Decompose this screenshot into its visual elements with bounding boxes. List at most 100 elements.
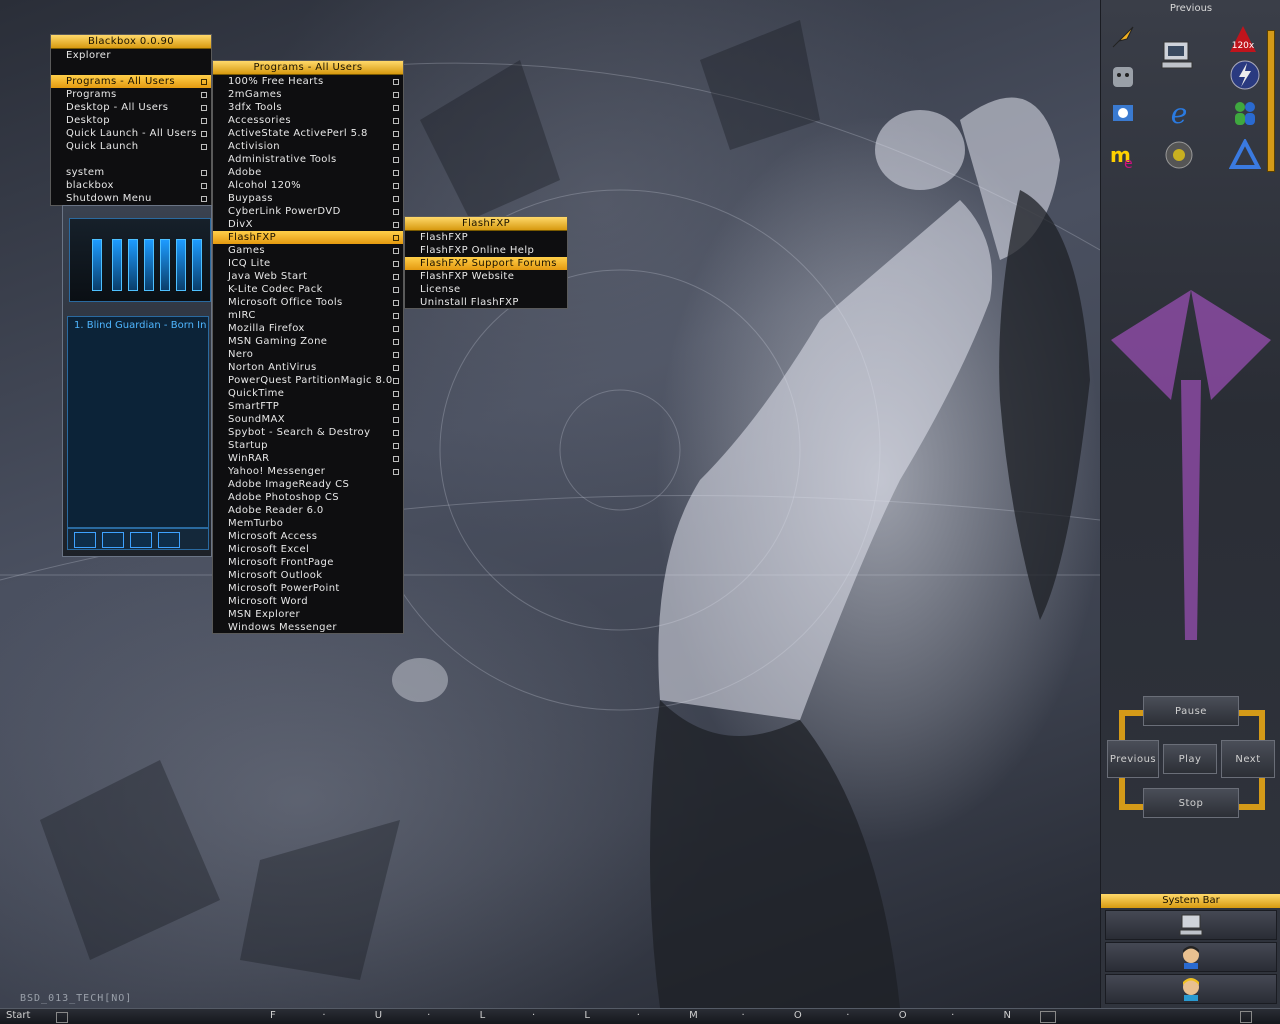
start-button[interactable]: Start bbox=[6, 1010, 30, 1021]
programs-menu-item[interactable]: Microsoft PowerPoint bbox=[213, 582, 403, 595]
panel-scrollbar[interactable] bbox=[1267, 30, 1275, 172]
submenu-arrow-icon bbox=[393, 209, 399, 215]
flashfxp-icon[interactable] bbox=[1103, 20, 1143, 54]
programs-menu-item[interactable]: 2mGames bbox=[213, 88, 403, 101]
programs-menu-item[interactable]: MSN Gaming Zone bbox=[213, 335, 403, 348]
adobe-icon[interactable] bbox=[1225, 138, 1265, 172]
programs-menu-item[interactable]: Adobe Reader 6.0 bbox=[213, 504, 403, 517]
blackbox-menu-item[interactable]: Quick Launch - All Users bbox=[51, 127, 211, 140]
mirc-icon[interactable]: me bbox=[1103, 138, 1143, 172]
tray-icon[interactable] bbox=[1040, 1011, 1056, 1023]
playlist[interactable]: 1. Blind Guardian - Born In A bbox=[67, 316, 209, 528]
misc-button[interactable] bbox=[158, 532, 180, 548]
programs-menu-item[interactable]: MemTurbo bbox=[213, 517, 403, 530]
programs-menu-item[interactable]: Alcohol 120% bbox=[213, 179, 403, 192]
programs-menu-item[interactable]: SoundMAX bbox=[213, 413, 403, 426]
programs-menu-item[interactable]: Administrative Tools bbox=[213, 153, 403, 166]
programs-menu-item[interactable]: QuickTime bbox=[213, 387, 403, 400]
eq-slider[interactable] bbox=[92, 239, 102, 291]
programs-menu-item[interactable]: SmartFTP bbox=[213, 400, 403, 413]
tray-icon[interactable] bbox=[1240, 1011, 1252, 1023]
programs-menu-item[interactable]: WinRAR bbox=[213, 452, 403, 465]
select-button[interactable] bbox=[130, 532, 152, 548]
blackbox-menu-item[interactable]: blackbox bbox=[51, 179, 211, 192]
programs-menu-item[interactable]: Microsoft Excel bbox=[213, 543, 403, 556]
programs-menu-item[interactable]: PowerQuest PartitionMagic 8.0 bbox=[213, 374, 403, 387]
media-player-window[interactable]: 1. Blind Guardian - Born In A bbox=[62, 205, 212, 557]
menu-item-label: Accessories bbox=[228, 115, 292, 126]
cat-icon[interactable] bbox=[1103, 60, 1143, 94]
programs-menu-item[interactable]: Adobe ImageReady CS bbox=[213, 478, 403, 491]
blackbox-menu-item[interactable]: Explorer bbox=[51, 49, 211, 62]
play-button[interactable]: Play bbox=[1163, 744, 1217, 774]
programs-menu-item[interactable]: Mozilla Firefox bbox=[213, 322, 403, 335]
programs-menu-item[interactable]: Buypass bbox=[213, 192, 403, 205]
programs-menu-item[interactable]: Java Web Start bbox=[213, 270, 403, 283]
programs-menu-item[interactable]: Accessories bbox=[213, 114, 403, 127]
flashfxp-menu-item[interactable]: FlashFXP bbox=[405, 231, 567, 244]
blackbox-menu-item[interactable]: system bbox=[51, 166, 211, 179]
alcohol-120-icon[interactable]: 120x bbox=[1223, 22, 1263, 56]
submenu-arrow-icon bbox=[201, 131, 207, 137]
add-button[interactable] bbox=[74, 532, 96, 548]
programs-menu-item[interactable]: Games bbox=[213, 244, 403, 257]
programs-menu-item[interactable]: 3dfx Tools bbox=[213, 101, 403, 114]
programs-menu-item[interactable]: K-Lite Codec Pack bbox=[213, 283, 403, 296]
system-bar-item[interactable] bbox=[1105, 910, 1277, 940]
programs-menu-item[interactable]: Windows Messenger bbox=[213, 621, 403, 634]
pause-button[interactable]: Pause bbox=[1143, 696, 1239, 726]
programs-menu-item[interactable]: Nero bbox=[213, 348, 403, 361]
programs-menu-item[interactable]: Adobe bbox=[213, 166, 403, 179]
programs-menu-item[interactable]: Microsoft Access bbox=[213, 530, 403, 543]
flashfxp-menu-item[interactable]: Uninstall FlashFXP bbox=[405, 296, 567, 309]
programs-menu-item[interactable]: Adobe Photoshop CS bbox=[213, 491, 403, 504]
msn-icon[interactable] bbox=[1103, 96, 1143, 130]
next-button[interactable]: Next bbox=[1221, 740, 1275, 778]
programs-menu-item[interactable]: Spybot - Search & Destroy bbox=[213, 426, 403, 439]
computer-icon[interactable] bbox=[1157, 38, 1197, 72]
flashfxp-menu-item[interactable]: FlashFXP Support Forums bbox=[405, 257, 567, 270]
eq-slider[interactable] bbox=[160, 239, 170, 291]
blackbox-menu-item[interactable]: Programs bbox=[51, 88, 211, 101]
eq-slider[interactable] bbox=[144, 239, 154, 291]
programs-menu-item[interactable]: CyberLink PowerDVD bbox=[213, 205, 403, 218]
ie-icon[interactable]: e bbox=[1159, 96, 1199, 130]
blackbox-menu-item[interactable]: Shutdown Menu bbox=[51, 192, 211, 205]
media-player-icon[interactable] bbox=[1159, 138, 1199, 172]
winamp-icon[interactable] bbox=[1225, 58, 1265, 92]
programs-menu-item[interactable]: Norton AntiVirus bbox=[213, 361, 403, 374]
eq-slider[interactable] bbox=[128, 239, 138, 291]
flashfxp-menu-item[interactable]: FlashFXP Website bbox=[405, 270, 567, 283]
programs-menu-item[interactable]: Microsoft Word bbox=[213, 595, 403, 608]
blackbox-menu-item[interactable]: Quick Launch bbox=[51, 140, 211, 153]
programs-menu-item[interactable]: ICQ Lite bbox=[213, 257, 403, 270]
programs-menu-item[interactable]: Microsoft FrontPage bbox=[213, 556, 403, 569]
programs-menu-item[interactable]: Microsoft Outlook bbox=[213, 569, 403, 582]
programs-menu-item[interactable]: Startup bbox=[213, 439, 403, 452]
flashfxp-menu-item[interactable]: License bbox=[405, 283, 567, 296]
programs-menu-item[interactable]: DivX bbox=[213, 218, 403, 231]
programs-menu-item[interactable]: mIRC bbox=[213, 309, 403, 322]
remove-button[interactable] bbox=[102, 532, 124, 548]
eq-slider[interactable] bbox=[192, 239, 202, 291]
system-bar-item[interactable] bbox=[1105, 942, 1277, 972]
stop-button[interactable]: Stop bbox=[1143, 788, 1239, 818]
programs-menu-item[interactable]: FlashFXP bbox=[213, 231, 403, 244]
previous-button[interactable]: Previous bbox=[1107, 740, 1159, 778]
eq-slider[interactable] bbox=[112, 239, 122, 291]
programs-menu-item[interactable]: MSN Explorer bbox=[213, 608, 403, 621]
playlist-item[interactable]: 1. Blind Guardian - Born In A bbox=[74, 320, 208, 331]
messenger-icon[interactable] bbox=[1225, 96, 1265, 130]
programs-menu-item[interactable]: 100% Free Hearts bbox=[213, 75, 403, 88]
programs-menu-item[interactable]: Yahoo! Messenger bbox=[213, 465, 403, 478]
tray-icon[interactable] bbox=[56, 1012, 68, 1023]
eq-slider[interactable] bbox=[176, 239, 186, 291]
blackbox-menu-item[interactable]: Desktop - All Users bbox=[51, 101, 211, 114]
system-bar-item[interactable] bbox=[1105, 974, 1277, 1004]
programs-menu-item[interactable]: ActiveState ActivePerl 5.8 bbox=[213, 127, 403, 140]
blackbox-menu-item[interactable]: Programs - All Users bbox=[51, 75, 211, 88]
programs-menu-item[interactable]: Microsoft Office Tools bbox=[213, 296, 403, 309]
blackbox-menu-item[interactable]: Desktop bbox=[51, 114, 211, 127]
flashfxp-menu-item[interactable]: FlashFXP Online Help bbox=[405, 244, 567, 257]
programs-menu-item[interactable]: Activision bbox=[213, 140, 403, 153]
